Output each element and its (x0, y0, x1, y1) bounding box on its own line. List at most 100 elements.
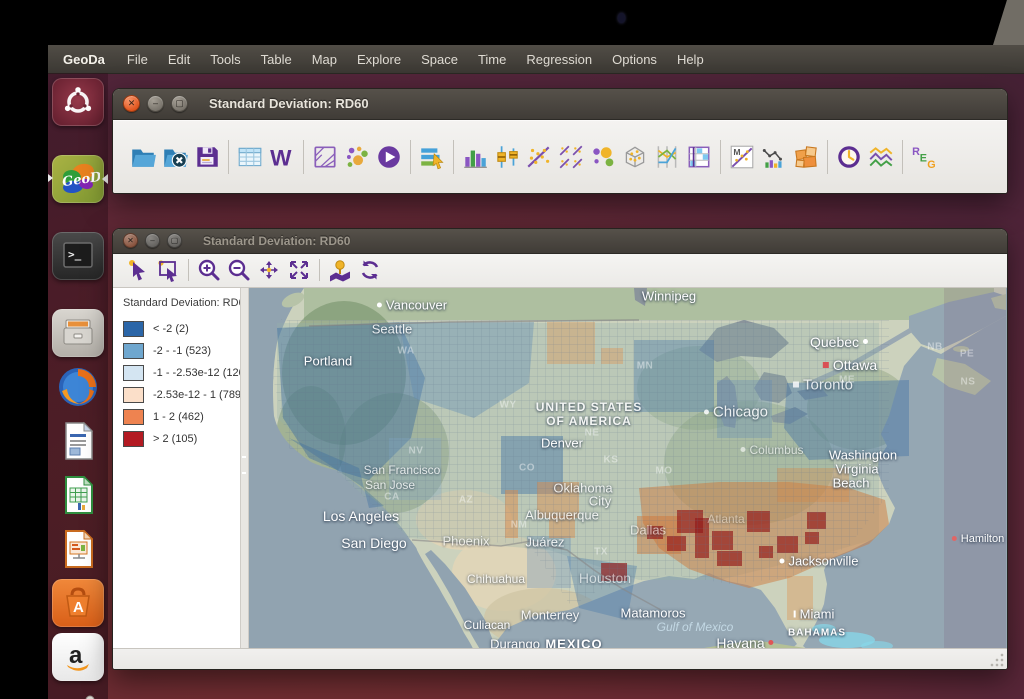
map-toolbar (113, 254, 1007, 288)
cartogram-button[interactable] (790, 140, 822, 174)
menu-regression[interactable]: Regression (516, 52, 602, 67)
launcher-impress[interactable] (52, 525, 104, 573)
weights-manager-button[interactable]: W (266, 140, 298, 174)
launcher-terminal[interactable]: >_ (52, 232, 104, 280)
map-frame-icon (311, 143, 339, 171)
menu-file[interactable]: File (117, 52, 158, 67)
cluster-map-button[interactable] (341, 140, 373, 174)
animation-button[interactable] (373, 140, 405, 174)
screen: GeoDa File Edit Tools Table Map Explore … (0, 0, 1024, 699)
map-canvas[interactable]: VancouverSeattlePortlandWinnipegQuebecOt… (249, 288, 1007, 649)
map-city-marker (952, 536, 957, 541)
launcher-file-manager[interactable] (52, 309, 104, 357)
legend-swatch (123, 409, 144, 425)
scatter-3d-button[interactable] (619, 140, 651, 174)
maximize-button[interactable]: ▢ (167, 233, 182, 248)
conditional-plot-button[interactable] (683, 140, 715, 174)
map-state-label: CO (519, 462, 535, 473)
svg-text:M: M (733, 147, 740, 157)
launcher-settings[interactable]: ⚙ (52, 687, 104, 699)
launcher-amazon[interactable]: a (52, 633, 104, 681)
save-project-button[interactable] (191, 140, 223, 174)
map-city-label: Columbus (740, 443, 803, 457)
scatter-plot-button[interactable] (523, 140, 555, 174)
map-window-titlebar[interactable]: ✕ – ▢ Standard Deviation: RD60 (113, 229, 1007, 254)
legend-item[interactable]: 1 - 2 (462) (123, 406, 240, 428)
close-project-icon (161, 143, 189, 171)
launcher-writer[interactable] (52, 417, 104, 465)
map-city-label: Havana (716, 635, 773, 649)
close-project-button[interactable] (159, 140, 191, 174)
refresh-button[interactable] (355, 256, 385, 284)
launcher-geoda[interactable]: GeoDa (52, 155, 104, 203)
map-state-label: TX (594, 546, 608, 557)
close-button[interactable]: ✕ (123, 233, 138, 248)
box-plot-button[interactable] (491, 140, 523, 174)
map-city-label: Houston (579, 570, 631, 586)
map-city-label: Monterrey (521, 607, 580, 622)
wallpaper-dot (618, 13, 625, 23)
scatter-matrix-button[interactable] (555, 140, 587, 174)
close-button[interactable]: ✕ (123, 95, 140, 112)
toolbar-separator (827, 140, 828, 174)
menu-explore[interactable]: Explore (347, 52, 411, 67)
unity-launcher: GeoDa >_ (48, 73, 108, 699)
base-map-icon (327, 257, 353, 283)
map-city-label: Albuquerque (525, 507, 599, 522)
zoom-in-button[interactable] (194, 256, 224, 284)
select-rectangle-button[interactable] (153, 256, 183, 284)
launcher-software-center[interactable]: A (52, 579, 104, 627)
map-city-label: Atlanta (707, 512, 744, 526)
open-project-button[interactable] (127, 140, 159, 174)
map-frame-button[interactable] (309, 140, 341, 174)
map-city-label: San Diego (341, 535, 406, 551)
select-arrow-icon (125, 257, 151, 283)
select-button[interactable] (123, 256, 153, 284)
legend-item[interactable]: < -2 (2) (123, 318, 240, 340)
menu-edit[interactable]: Edit (158, 52, 200, 67)
map-state-label: CA (384, 491, 399, 502)
toolbar-separator (228, 140, 229, 174)
menu-map[interactable]: Map (302, 52, 347, 67)
histogram-button[interactable] (459, 140, 491, 174)
menu-help[interactable]: Help (667, 52, 714, 67)
histogram-icon (461, 143, 489, 171)
resize-grip[interactable] (990, 653, 1004, 667)
menu-table[interactable]: Table (251, 52, 302, 67)
geoda-running-pip (48, 174, 53, 182)
regression-button[interactable]: R E G (908, 140, 940, 174)
full-extent-button[interactable] (284, 256, 314, 284)
menu-options[interactable]: Options (602, 52, 667, 67)
correlogram-button[interactable] (758, 140, 790, 174)
maximize-button[interactable]: ▢ (171, 95, 188, 112)
base-map-button[interactable] (325, 256, 355, 284)
menu-space[interactable]: Space (411, 52, 468, 67)
minimize-button[interactable]: – (145, 233, 160, 248)
svg-text:a: a (69, 642, 83, 669)
legend-item[interactable]: -1 - -2.53e-12 (1204) (123, 362, 240, 384)
zoom-out-button[interactable] (224, 256, 254, 284)
moran-scatter-button[interactable]: M (726, 140, 758, 174)
toolbar-window-titlebar[interactable]: ✕ – ▢ Standard Deviation: RD60 (113, 89, 1007, 120)
pan-icon (256, 257, 282, 283)
category-editor-button[interactable] (416, 140, 448, 174)
legend-item[interactable]: -2.53e-12 - 1 (789) (123, 384, 240, 406)
parallel-coordinates-button[interactable] (651, 140, 683, 174)
table-button[interactable] (234, 140, 266, 174)
launcher-calc[interactable] (52, 471, 104, 519)
window-title: Standard Deviation: RD60 (209, 96, 369, 111)
legend-item[interactable]: > 2 (105) (123, 428, 240, 450)
time-player-button[interactable] (833, 140, 865, 174)
menu-tools[interactable]: Tools (200, 52, 250, 67)
averages-chart-button[interactable] (865, 140, 897, 174)
legend-label: -1 - -2.53e-12 (1204) (153, 367, 241, 379)
bubble-chart-button[interactable] (587, 140, 619, 174)
legend-item[interactable]: -2 - -1 (523) (123, 340, 240, 362)
minimize-button[interactable]: – (147, 95, 164, 112)
legend-map-splitter[interactable] (241, 288, 249, 649)
pan-button[interactable] (254, 256, 284, 284)
launcher-ubuntu-dash[interactable] (52, 78, 104, 126)
menu-time[interactable]: Time (468, 52, 516, 67)
toolbar-separator (319, 259, 320, 281)
launcher-firefox[interactable] (52, 363, 104, 411)
